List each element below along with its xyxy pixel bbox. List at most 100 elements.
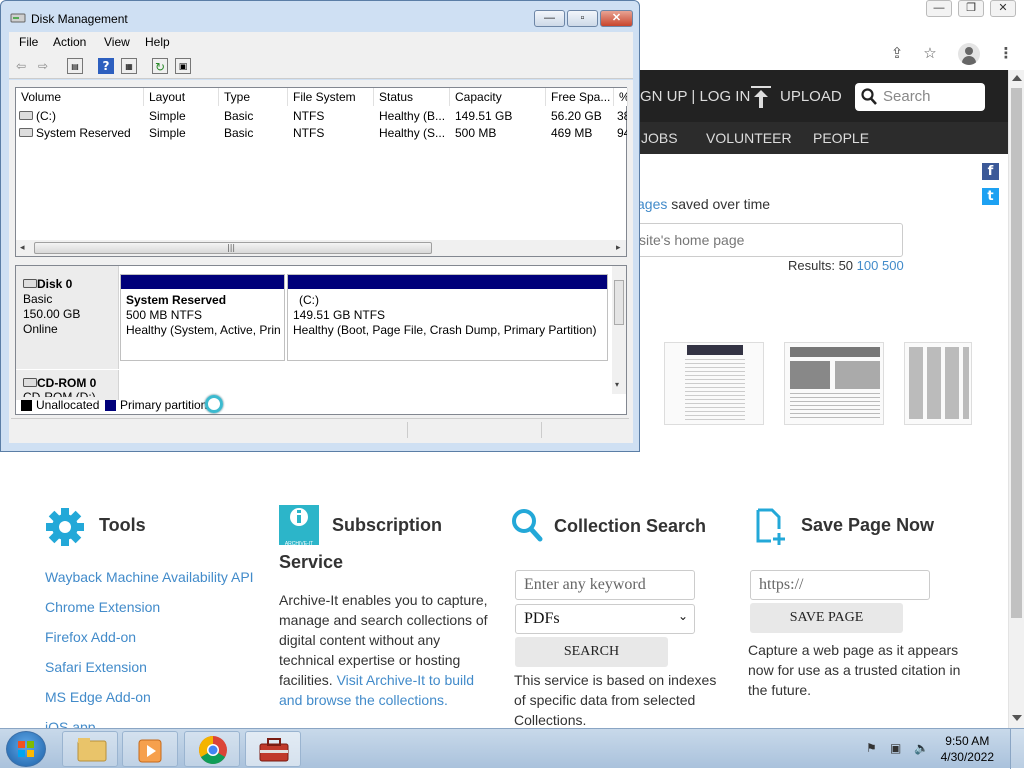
archive-search-box[interactable]: Search <box>855 83 985 111</box>
clock[interactable]: 9:50 AM 4/30/2022 <box>941 733 994 765</box>
save-line-3: the future. <box>748 682 812 698</box>
menu-view[interactable]: View <box>104 35 130 49</box>
site-thumbnail-1[interactable] <box>664 342 764 425</box>
save-url-input[interactable]: https:// <box>750 570 930 600</box>
close-button[interactable]: ✕ <box>600 10 633 27</box>
collection-search-button[interactable]: SEARCH <box>515 637 668 667</box>
col-volume[interactable]: Volume <box>16 88 144 106</box>
tools-link-availability-api[interactable]: Wayback Machine Availability API <box>45 569 254 585</box>
col-capacity[interactable]: Capacity <box>450 88 546 106</box>
collection-type-select[interactable]: PDFs ⌄ <box>515 604 695 634</box>
nav-people[interactable]: PEOPLE <box>813 130 869 146</box>
chevron-down-icon: ⌄ <box>677 609 688 623</box>
partition-status: Healthy (Boot, Page File, Crash Dump, Pr… <box>293 323 597 337</box>
col-layout[interactable]: Layout <box>144 88 219 106</box>
network-icon[interactable]: ▣ <box>890 741 906 757</box>
tools-link-firefox[interactable]: Firefox Add-on <box>45 629 136 645</box>
gear-icon <box>46 508 84 546</box>
browser-restore-button[interactable]: ❐ <box>958 0 984 17</box>
graph-vscroll-thumb[interactable] <box>614 280 624 325</box>
col-free-space[interactable]: Free Spa... <box>546 88 614 106</box>
archive-it-logo[interactable]: ARCHIVE-IT <box>279 505 319 547</box>
menu-help[interactable]: Help <box>145 35 170 49</box>
graph-vscrollbar[interactable]: ▾ <box>612 266 626 394</box>
magnifier-icon <box>512 509 543 542</box>
search-placeholder: Search <box>883 88 931 105</box>
menu-file[interactable]: File <box>19 35 38 49</box>
scroll-right-arrow-icon[interactable]: ▸ <box>616 243 621 253</box>
upload-link[interactable]: UPLOAD <box>780 88 842 105</box>
results-500-link[interactable]: 500 <box>882 258 904 273</box>
minimize-button[interactable]: — <box>534 10 565 27</box>
help-icon[interactable]: ? <box>98 58 114 74</box>
legend-unallocated: Unallocated <box>36 398 100 412</box>
save-page-button[interactable]: SAVE PAGE <box>750 603 903 633</box>
tools-link-chrome[interactable]: Chrome Extension <box>45 599 160 615</box>
col-type[interactable]: Type <box>219 88 288 106</box>
nav-jobs[interactable]: JOBS <box>641 130 678 146</box>
page-scrollbar[interactable] <box>1008 70 1024 728</box>
forward-arrow-icon[interactable]: ⇨ <box>35 58 51 74</box>
dm-window-controls: — ▫ ✕ <box>534 10 633 27</box>
start-button[interactable] <box>6 731 46 767</box>
keyword-input[interactable]: Enter any keyword <box>515 570 695 600</box>
results-100-link[interactable]: 100 <box>857 258 879 273</box>
col-percent[interactable]: % <box>614 88 628 106</box>
scroll-down-arrow-icon[interactable]: ▾ <box>615 380 619 389</box>
scroll-down-arrow-icon[interactable] <box>1012 715 1022 721</box>
taskbar-explorer[interactable] <box>62 731 118 767</box>
browser-minimize-button[interactable]: — <box>926 0 952 17</box>
col-status[interactable]: Status <box>374 88 450 106</box>
archive-it-link[interactable]: Visit Archive-It to build <box>333 672 475 688</box>
tools-link-safari[interactable]: Safari Extension <box>45 659 147 675</box>
show-desktop-button[interactable] <box>1010 729 1024 769</box>
chrome-menu-icon[interactable]: ⋮ <box>995 42 1017 64</box>
disk-management-window: Disk Management — ▫ ✕ File Action View H… <box>0 0 640 452</box>
share-icon[interactable]: ⇪ <box>886 42 908 64</box>
hscroll-thumb[interactable]: ||| <box>34 242 432 254</box>
taskbar-chrome[interactable] <box>184 731 240 767</box>
taskbar-disk-management[interactable] <box>245 731 301 767</box>
taskbar-media-player[interactable] <box>122 731 178 767</box>
subscription-heading: Subscription <box>332 515 443 535</box>
partition-system-reserved[interactable]: System Reserved 500 MB NTFS Healthy (Sys… <box>120 274 285 361</box>
star-icon[interactable]: ☆ <box>919 42 941 64</box>
archive-it-link-2[interactable]: and browse the collections. <box>279 690 448 710</box>
tools-link-edge[interactable]: MS Edge Add-on <box>45 689 151 705</box>
properties-icon[interactable]: ▦ <box>121 58 137 74</box>
row-status: Healthy (S... <box>379 126 446 140</box>
profile-avatar[interactable] <box>958 43 980 65</box>
partition-c[interactable]: (C:) 149.51 GB NTFS Healthy (Boot, Page … <box>287 274 608 361</box>
volume-list-hscrollbar[interactable]: ◂ ||| ▸ <box>16 240 626 256</box>
site-thumbnail-3[interactable] <box>904 342 972 425</box>
row-status: Healthy (B... <box>379 109 446 123</box>
row-volume: System Reserved <box>36 126 131 140</box>
rescan-disks-icon[interactable]: ▣ <box>175 58 191 74</box>
nav-volunteer[interactable]: VOLUNTEER <box>706 130 792 146</box>
site-thumbnail-2[interactable] <box>784 342 884 425</box>
col-file-system[interactable]: File System <box>288 88 374 106</box>
cdrom-icon <box>23 378 37 387</box>
menu-action[interactable]: Action <box>53 35 86 49</box>
facebook-icon[interactable]: f <box>982 163 999 180</box>
show-hide-tree-icon[interactable]: ▤ <box>67 58 83 74</box>
row-fs: NTFS <box>293 126 325 140</box>
maximize-button[interactable]: ▫ <box>567 10 598 27</box>
volume-icon[interactable]: 🔈 <box>914 741 930 757</box>
upload-icon[interactable] <box>751 86 771 108</box>
scroll-left-arrow-icon[interactable]: ◂ <box>20 243 25 253</box>
page-scrollbar-thumb[interactable] <box>1011 88 1022 618</box>
back-arrow-icon[interactable]: ⇦ <box>13 58 29 74</box>
signup-login-link[interactable]: GN UP | LOG IN <box>640 88 750 105</box>
saved-pages-link[interactable]: ages <box>637 196 667 212</box>
wayback-url-input[interactable]: site's home page <box>630 223 903 257</box>
tools-link-ios[interactable]: iOS app <box>45 719 96 728</box>
twitter-icon[interactable]: t <box>982 188 999 205</box>
refresh-icon[interactable]: ↻ <box>152 58 168 74</box>
browser-close-button[interactable]: ✕ <box>990 0 1016 17</box>
row-capacity: 149.51 GB <box>455 109 513 123</box>
action-center-icon[interactable]: ⚑ <box>866 741 882 757</box>
scroll-up-arrow-icon[interactable] <box>1012 75 1022 81</box>
disk0-label[interactable]: Disk 0 Basic 150.00 GB Online <box>16 266 119 369</box>
chrome-icon <box>199 736 227 764</box>
